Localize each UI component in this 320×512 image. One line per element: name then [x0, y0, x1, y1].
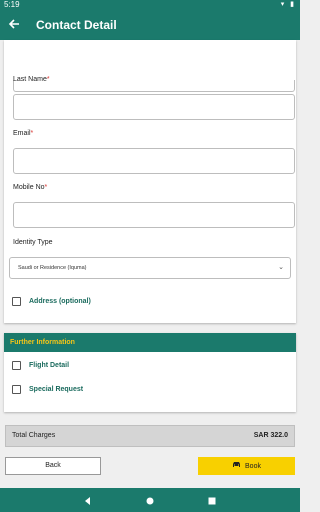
address-checkbox[interactable]: [12, 297, 21, 306]
flight-detail-checkbox[interactable]: [12, 361, 21, 370]
arrow-left-icon[interactable]: [8, 17, 22, 33]
identity-type-select[interactable]: Saudi or Residence (Iquma) ⌄: [9, 257, 291, 279]
email-label: Email*: [13, 130, 34, 137]
flight-detail-label[interactable]: Flight Detail: [29, 362, 69, 369]
nav-recents-icon[interactable]: [206, 494, 218, 506]
identity-type-label: Identity Type: [13, 239, 53, 246]
app-bar: Contact Detail: [0, 10, 300, 40]
further-information-card: Further Information: [4, 333, 296, 412]
car-icon: [232, 457, 241, 475]
last-name-field[interactable]: [13, 94, 295, 120]
total-charges-amount: SAR 322.0: [253, 432, 288, 439]
book-button[interactable]: Book: [198, 457, 295, 475]
total-charges-label: Total Charges: [12, 432, 56, 439]
mobile-label: Mobile No*: [13, 184, 48, 191]
page-title: Contact Detail: [36, 18, 117, 32]
book-label: Book: [245, 463, 261, 470]
mobile-field[interactable]: [13, 202, 295, 228]
address-label[interactable]: Address (optional): [29, 298, 91, 305]
back-button[interactable]: Back: [5, 457, 101, 475]
identity-type-value: Saudi or Residence (Iquma): [18, 265, 87, 271]
status-time: 5:19: [4, 0, 20, 9]
special-request-label[interactable]: Special Request: [29, 386, 83, 393]
email-field[interactable]: [13, 148, 295, 174]
status-bar: 5:19 ▾ ▮: [0, 0, 300, 10]
nav-back-icon[interactable]: [82, 494, 94, 506]
system-nav-bar: [0, 488, 300, 512]
contact-form-card: Last Name* Email* Mobile No* Identity Ty…: [4, 40, 296, 323]
last-name-label: Last Name*: [13, 76, 50, 83]
further-information-header: Further Information: [4, 333, 296, 352]
first-name-field[interactable]: [13, 80, 295, 92]
nav-home-icon[interactable]: [144, 494, 156, 506]
total-charges-bar: Total Charges SAR 322.0: [5, 425, 295, 447]
chevron-down-icon: ⌄: [278, 264, 284, 271]
status-icons: ▾ ▮: [280, 1, 296, 8]
special-request-checkbox[interactable]: [12, 385, 21, 394]
